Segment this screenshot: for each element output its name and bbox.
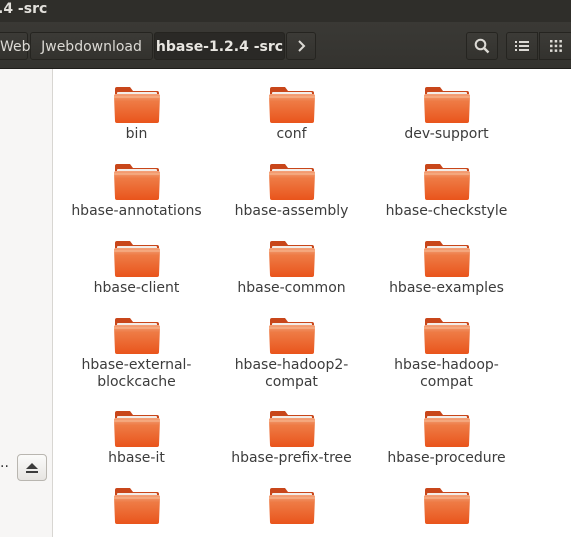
grid-view-icon <box>550 40 562 52</box>
folder-icon <box>423 318 470 354</box>
folder-icon <box>423 241 470 277</box>
folder-item[interactable] <box>369 486 524 527</box>
folder-icon <box>113 241 160 277</box>
folder-item[interactable]: hbase-external-blockcache <box>59 316 214 391</box>
list-view-button[interactable] <box>506 32 538 60</box>
folder-name: hbase-assembly <box>234 203 349 219</box>
folder-name: conf <box>276 126 307 142</box>
folder-name: hbase-hadoop-compat <box>394 357 499 390</box>
folder-item[interactable]: hbase-assembly <box>214 162 369 220</box>
folder-icon <box>268 87 315 123</box>
folder-name: hbase-common <box>237 280 346 296</box>
folder-name: hbase-client <box>93 280 180 296</box>
folder-icon <box>268 488 315 524</box>
folder-item[interactable]: hbase-annotations <box>59 162 214 220</box>
eject-button[interactable] <box>17 454 47 481</box>
list-view-icon <box>515 41 529 51</box>
folder-name: hbase-it <box>108 450 165 466</box>
folder-item[interactable]: hbase-common <box>214 239 369 297</box>
folder-name: dev-support <box>404 126 489 142</box>
search-icon <box>474 38 490 54</box>
folder-item[interactable]: hbase-checkstyle <box>369 162 524 220</box>
folder-item[interactable] <box>59 486 214 527</box>
places-sidebar: .. <box>0 69 53 537</box>
folder-icon <box>113 488 160 524</box>
folder-icon <box>423 411 470 447</box>
folder-icon <box>423 87 470 123</box>
folder-item[interactable]: hbase-it <box>59 409 214 467</box>
window-title: .4 -src <box>0 1 48 17</box>
folder-icon <box>423 488 470 524</box>
eject-icon <box>26 462 38 473</box>
folder-item[interactable]: conf <box>214 85 369 143</box>
toolbar: Web Jwebdownload hbase-1.2.4 -src <box>0 22 571 69</box>
folder-icon <box>113 411 160 447</box>
grid-view-button[interactable] <box>539 32 571 60</box>
folder-name: hbase-procedure <box>387 450 506 466</box>
folder-item[interactable]: hbase-client <box>59 239 214 297</box>
folder-name: hbase-hadoop2- compat <box>234 357 349 390</box>
file-grid: bin conf dev-support hbase-annotations h… <box>53 69 571 537</box>
breadcrumb-item-current[interactable]: hbase-1.2.4 -src <box>154 32 285 60</box>
folder-icon <box>113 87 160 123</box>
folder-icon <box>113 164 160 200</box>
folder-name: hbase-checkstyle <box>385 203 508 219</box>
folder-item[interactable]: dev-support <box>369 85 524 143</box>
folder-name: hbase-examples <box>389 280 504 296</box>
chevron-right-icon <box>298 40 306 52</box>
breadcrumb-forward-button[interactable] <box>286 32 316 60</box>
folder-item[interactable]: hbase-examples <box>369 239 524 297</box>
folder-icon <box>423 164 470 200</box>
folder-name: hbase-external-blockcache <box>81 357 192 390</box>
folder-item[interactable]: hbase-hadoop2- compat <box>214 316 369 391</box>
folder-icon <box>268 164 315 200</box>
window-titlebar: .4 -src <box>0 0 571 22</box>
folder-item[interactable]: bin <box>59 85 214 143</box>
breadcrumb-item-jwebdownload[interactable]: Jwebdownload <box>30 32 153 60</box>
search-button[interactable] <box>466 32 498 60</box>
breadcrumb-item-web[interactable]: Web <box>0 32 31 60</box>
folder-item[interactable]: hbase-procedure <box>369 409 524 467</box>
folder-name: hbase-annotations <box>71 203 202 219</box>
folder-icon <box>268 241 315 277</box>
folder-icon <box>113 318 160 354</box>
folder-item[interactable] <box>214 486 369 527</box>
folder-name: bin <box>125 126 148 142</box>
folder-item[interactable]: hbase-prefix-tree <box>214 409 369 467</box>
folder-icon <box>268 411 315 447</box>
folder-name: hbase-prefix-tree <box>231 450 352 466</box>
folder-item[interactable]: hbase-hadoop-compat <box>369 316 524 391</box>
folder-icon <box>268 318 315 354</box>
sidebar-truncated-label[interactable]: .. <box>0 455 9 471</box>
